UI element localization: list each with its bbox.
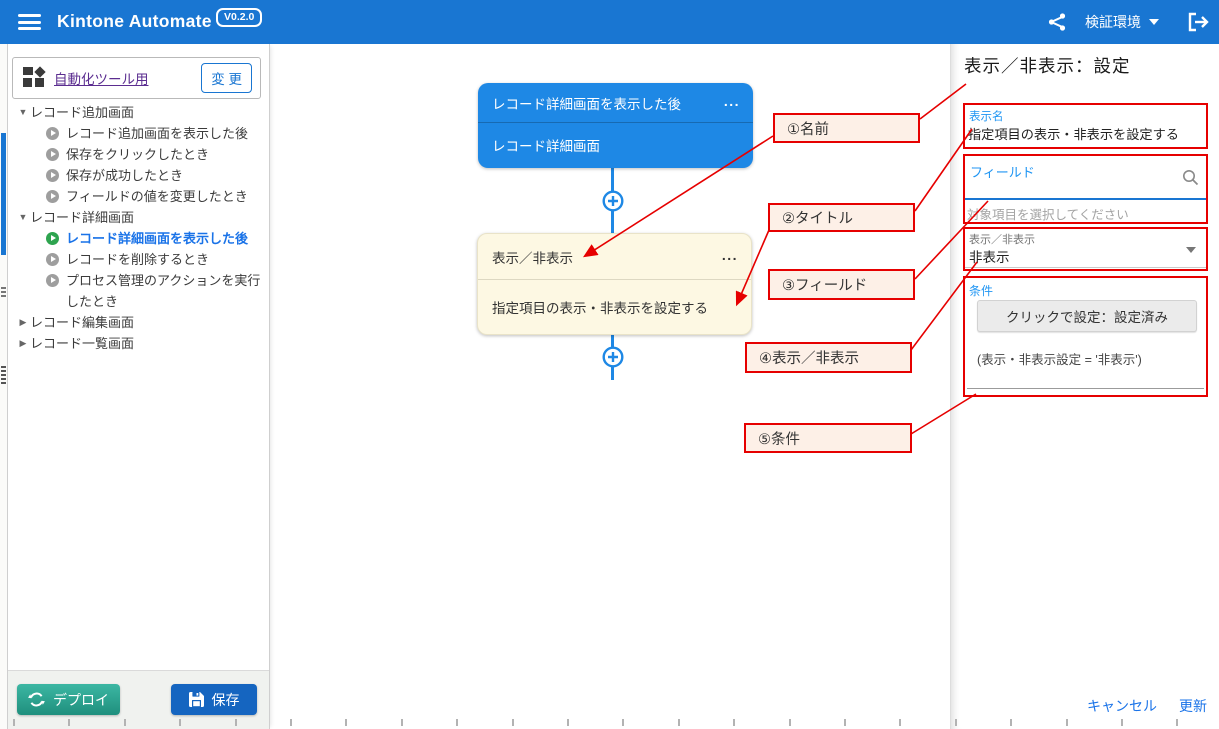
tree-group-record-edit[interactable]: ▶ レコード編集画面 [16,312,267,333]
sync-icon [28,691,45,708]
play-icon [46,274,59,287]
environment-caret-icon[interactable] [1149,19,1159,25]
sidebar-footer: デプロイ 保存 [8,670,269,729]
event-node-subtitle: レコード詳細画面 [492,135,600,155]
tree-item-event[interactable]: レコードを削除するとき [16,249,267,270]
caret-down-icon[interactable]: ▼ [16,102,30,123]
settings-panel: 表示／非表示：設定 表示名 指定項目の表示・非表示を設定する フィールド 対象項… [950,44,1219,729]
condition-divider [967,388,1204,389]
deploy-button[interactable]: デプロイ [17,684,120,715]
display-name-highlight-box: 表示名 指定項目の表示・非表示を設定する [963,103,1208,149]
edge-strip-mark [1,287,6,299]
tree-group-record-add[interactable]: ▼ レコード追加画面 [16,102,267,123]
tree-group-record-list[interactable]: ▶ レコード一覧画面 [16,333,267,354]
annotation-visibility: ④表示／非表示 [745,342,912,373]
app-name-link[interactable]: 自動化ツール用 [54,68,201,88]
left-edge-strip [0,44,8,729]
visibility-underline [965,267,1206,268]
floppy-disk-icon [189,692,204,707]
edge-strip-blue-segment [1,133,6,255]
field-label: フィールド [970,162,1035,181]
update-button[interactable]: 更新 [1179,696,1207,716]
annotation-condition: ⑤条件 [744,423,912,453]
field-input-underline [965,198,1206,200]
event-node-title: レコード詳細画面を表示した後 [492,93,681,113]
app-header: Kintone Automate V0.2.0 検証環境 [0,0,1219,44]
play-icon-active [46,232,59,245]
action-node-subtitle: 指定項目の表示・非表示を設定する [492,297,708,317]
field-search-input[interactable] [969,180,1169,196]
search-icon[interactable] [1182,169,1199,191]
version-badge: V0.2.0 [216,8,262,27]
node-menu-button[interactable]: ... [722,247,738,263]
field-helper-text: 対象項目を選択してください [967,204,1129,223]
save-button[interactable]: 保存 [171,684,257,715]
app-title: Kintone Automate [57,11,212,32]
app-icon [23,67,45,89]
logout-icon[interactable] [1187,12,1209,32]
condition-summary: (表示・非表示設定 = '非表示') [977,349,1142,368]
visibility-caret-icon[interactable] [1186,247,1196,253]
play-icon [46,169,59,182]
play-icon [46,148,59,161]
annotation-title: ②タイトル [768,203,915,232]
visibility-select-value[interactable]: 非表示 [969,246,1010,266]
sidebar: 自動化ツール用 変 更 ▼ レコード追加画面 レコード追加画面を表示した後 保存… [8,44,270,729]
visibility-highlight-box: 表示／非表示 非表示 [963,227,1208,271]
play-icon [46,253,59,266]
cancel-button[interactable]: キャンセル [1087,696,1157,716]
add-step-button[interactable] [602,190,624,212]
field-highlight-box: フィールド 対象項目を選択してください [963,154,1208,224]
hamburger-menu-icon[interactable] [18,14,41,30]
play-icon [46,190,59,203]
add-step-button[interactable] [602,346,624,368]
share-icon[interactable] [1047,12,1067,32]
event-node[interactable]: レコード詳細画面を表示した後 ... レコード詳細画面 [478,83,753,168]
tree-item-event[interactable]: プロセス管理のアクションを実行したとき [16,270,267,312]
environment-label[interactable]: 検証環境 [1085,12,1141,32]
annotation-name: ①名前 [773,113,920,143]
tree-item-event[interactable]: 保存をクリックしたとき [16,144,267,165]
tree-group-record-detail[interactable]: ▼ レコード詳細画面 [16,207,267,228]
edge-strip-mark [1,366,6,386]
tree-item-event[interactable]: 保存が成功したとき [16,165,267,186]
event-tree: ▼ レコード追加画面 レコード追加画面を表示した後 保存をクリックしたとき 保存… [16,102,267,354]
change-app-button[interactable]: 変 更 [201,63,252,93]
panel-title: 表示／非表示：設定 [964,53,1131,78]
kintone-automate-window: Kintone Automate V0.2.0 検証環境 自動化ツール用 変 更… [0,0,1219,729]
condition-setting-button[interactable]: クリックで設定：設定済み [977,300,1197,332]
display-name-value[interactable]: 指定項目の表示・非表示を設定する [968,124,1179,143]
caret-down-icon[interactable]: ▼ [16,207,30,228]
caret-right-icon[interactable]: ▶ [16,312,30,333]
tree-item-event-selected[interactable]: レコード詳細画面を表示した後 [16,228,267,249]
node-menu-button[interactable]: ... [724,93,740,109]
visibility-label: 表示／非表示 [969,231,1035,247]
play-icon [46,127,59,140]
caret-right-icon[interactable]: ▶ [16,333,30,354]
display-name-label: 表示名 [969,108,1004,124]
tree-item-event[interactable]: フィールドの値を変更したとき [16,186,267,207]
app-selector-box: 自動化ツール用 変 更 [12,57,261,99]
condition-label: 条件 [969,282,993,299]
condition-highlight-box: 条件 クリックで設定：設定済み (表示・非表示設定 = '非表示') [963,276,1208,397]
tree-item-event[interactable]: レコード追加画面を表示した後 [16,123,267,144]
action-node[interactable]: 表示／非表示 ... 指定項目の表示・非表示を設定する [477,233,752,335]
annotation-field: ③フィールド [768,269,915,300]
action-node-title: 表示／非表示 [492,247,573,267]
